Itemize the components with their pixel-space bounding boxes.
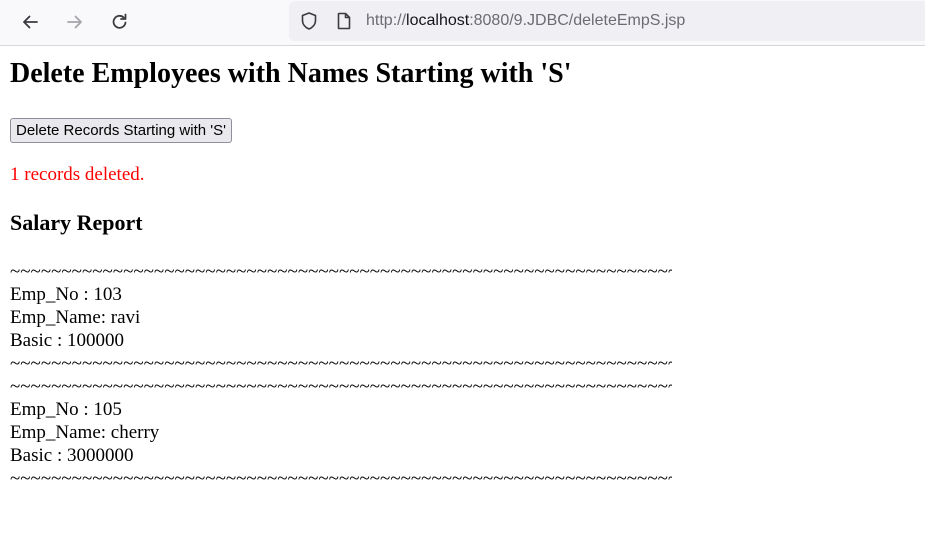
browser-toolbar: http://localhost:8080/9.JDBC/deleteEmpS.… xyxy=(0,0,925,46)
forward-arrow-icon xyxy=(67,15,82,29)
url-text[interactable]: http://localhost:8080/9.JDBC/deleteEmpS.… xyxy=(366,12,685,30)
separator-line: ~~~~~~~~~~~~~~~~~~~~~~~~~~~~~~~~~~~~~~~~… xyxy=(10,261,672,282)
forward-button[interactable] xyxy=(60,7,90,37)
basic-line: Basic : 3000000 xyxy=(10,445,134,466)
reload-icon xyxy=(112,13,127,29)
status-message: 1 records deleted. xyxy=(10,164,145,185)
shield-icon[interactable] xyxy=(299,11,319,31)
page-icon[interactable] xyxy=(334,11,354,31)
separator-line: ~~~~~~~~~~~~~~~~~~~~~~~~~~~~~~~~~~~~~~~~… xyxy=(10,376,672,397)
delete-records-button[interactable]: Delete Records Starting with 'S' xyxy=(10,118,232,143)
url-scheme: http:// xyxy=(366,12,407,29)
back-button[interactable] xyxy=(15,7,45,37)
emp-name-line: Emp_Name: ravi xyxy=(10,307,141,328)
emp-name-line: Emp_Name: cherry xyxy=(10,422,160,443)
report-heading: Salary Report xyxy=(10,210,143,235)
salary-report: ~~~~~~~~~~~~~~~~~~~~~~~~~~~~~~~~~~~~~~~~… xyxy=(10,260,672,490)
url-path: :8080/9.JDBC/deleteEmpS.jsp xyxy=(469,12,686,29)
reload-button[interactable] xyxy=(105,7,135,37)
separator-line: ~~~~~~~~~~~~~~~~~~~~~~~~~~~~~~~~~~~~~~~~… xyxy=(10,468,672,489)
emp-no-line: Emp_No : 105 xyxy=(10,399,122,420)
page-heading: Delete Employees with Names Starting wit… xyxy=(10,58,572,89)
address-bar[interactable]: http://localhost:8080/9.JDBC/deleteEmpS.… xyxy=(289,1,925,41)
basic-line: Basic : 100000 xyxy=(10,330,124,351)
separator-line: ~~~~~~~~~~~~~~~~~~~~~~~~~~~~~~~~~~~~~~~~… xyxy=(10,353,672,374)
emp-no-line: Emp_No : 103 xyxy=(10,284,122,305)
back-arrow-icon xyxy=(23,15,38,29)
url-host: localhost xyxy=(406,12,470,29)
